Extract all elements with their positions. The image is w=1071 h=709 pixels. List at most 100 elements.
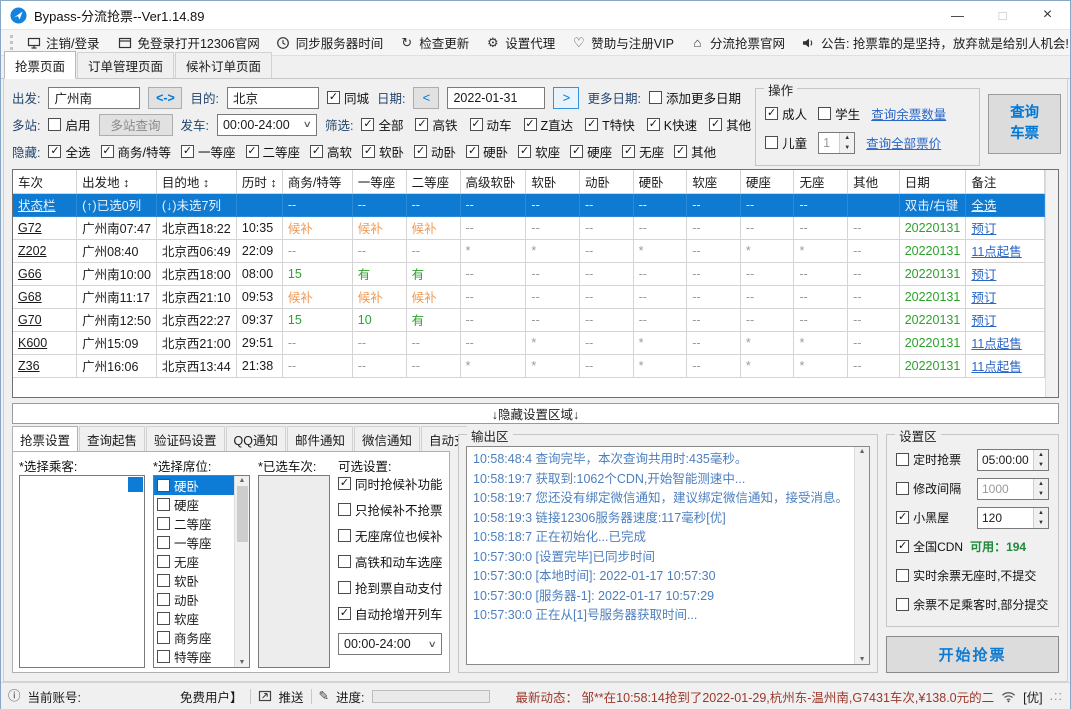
checkbox[interactable] xyxy=(896,540,910,553)
hide-column-option[interactable]: 无座 xyxy=(622,142,664,161)
checkbox[interactable] xyxy=(245,145,259,158)
checkbox[interactable] xyxy=(48,145,62,158)
checkbox[interactable] xyxy=(518,145,532,158)
toolbar-item[interactable]: 同步服务器时间 xyxy=(276,33,383,52)
date-input[interactable]: 2022-01-31 xyxy=(447,86,546,109)
column-header[interactable]: 出发地 ↕ xyxy=(76,170,157,194)
checkbox[interactable] xyxy=(361,118,375,131)
checkbox[interactable] xyxy=(338,607,351,620)
setting-checkbox[interactable]: 定时抢票 xyxy=(896,451,961,468)
checkbox[interactable] xyxy=(338,529,351,542)
checkbox[interactable] xyxy=(48,118,62,131)
train-row[interactable]: K600 广州15:09 北京西21:00 29:51 -- -- -- -- * -- * -- * *… xyxy=(13,331,1046,355)
swap-stations-button[interactable]: <-> xyxy=(148,86,183,109)
train-number[interactable]: G68 xyxy=(13,285,78,309)
output-scrollbar[interactable]: ▲ ▼ xyxy=(854,447,870,664)
column-header[interactable]: 商务/特等 xyxy=(282,170,353,194)
column-header[interactable]: 日期 xyxy=(899,170,967,194)
checkbox[interactable] xyxy=(570,145,584,158)
checkbox[interactable] xyxy=(326,91,340,104)
adult-checkbox[interactable]: 成人 xyxy=(765,104,807,123)
spin-up-icon[interactable]: ▲ xyxy=(840,132,855,143)
hide-column-option[interactable]: 软卧 xyxy=(362,142,404,161)
book-link[interactable]: 11点起售 xyxy=(965,354,1046,378)
adult-checkbox[interactable]: 成人 xyxy=(765,104,807,123)
scroll-up-icon[interactable]: ▲ xyxy=(859,448,866,455)
setting-checkbox[interactable]: 小黑屋 xyxy=(896,509,949,526)
spinner-buttons[interactable]: ▲ ▼ xyxy=(1033,507,1048,528)
spinner-buttons[interactable]: ▲ ▼ xyxy=(1033,478,1048,499)
hide-column-option[interactable]: 二等座 xyxy=(245,142,300,161)
checkbox[interactable] xyxy=(157,650,170,663)
column-header[interactable]: 车次 xyxy=(13,170,78,194)
checkbox[interactable] xyxy=(523,118,537,131)
checkbox[interactable] xyxy=(585,118,599,131)
column-header[interactable]: 目的地 ↕ xyxy=(156,170,237,194)
train-number[interactable]: Z202 xyxy=(13,239,78,263)
child-checkbox[interactable]: 儿童 xyxy=(765,133,807,152)
selected-trains-list[interactable] xyxy=(258,475,330,668)
spin-down-icon[interactable]: ▼ xyxy=(1034,488,1048,499)
toolbar-item[interactable]: ♡ 赞助与注册VIP xyxy=(571,33,674,52)
checkbox[interactable] xyxy=(646,118,660,131)
column-header[interactable]: 高级软卧 xyxy=(460,170,527,194)
depart-input[interactable]: 广州南 xyxy=(48,86,141,109)
seat-option[interactable]: 硬座 xyxy=(154,495,234,514)
spin-up-icon[interactable]: ▲ xyxy=(1034,478,1048,489)
checkbox[interactable] xyxy=(896,569,910,582)
passenger-list[interactable] xyxy=(19,475,145,668)
close-button[interactable]: × xyxy=(1025,1,1070,29)
optional-setting[interactable]: 自动抢增开列车 xyxy=(338,604,443,623)
hide-column-option[interactable]: 动卧 xyxy=(414,142,456,161)
optional-setting[interactable]: 抢到票自动支付 xyxy=(338,578,443,597)
train-type-filter[interactable]: 动车 xyxy=(469,115,512,134)
train-type-filter[interactable]: T特快 xyxy=(585,115,635,134)
child-count-stepper[interactable]: 1 ▲ ▼ xyxy=(818,131,856,154)
spinner[interactable]: 05:00:00 ▲ ▼ xyxy=(977,448,1049,471)
spin-down-icon[interactable]: ▼ xyxy=(1034,517,1048,528)
settings-tab-邮件通知[interactable]: 邮件通知 xyxy=(287,426,354,452)
checkbox[interactable] xyxy=(157,536,170,549)
optional-setting[interactable]: 高铁和动车选座 xyxy=(338,552,443,571)
train-number[interactable]: Z36 xyxy=(13,354,78,378)
toolbar-item[interactable]: 免登录打开12306官网 xyxy=(117,33,260,52)
multi-enable-checkbox[interactable]: 启用 xyxy=(48,115,91,134)
dest-input[interactable]: 北京 xyxy=(226,86,319,109)
seat-option[interactable]: 无座 xyxy=(154,552,234,571)
train-type-filter[interactable]: K快速 xyxy=(646,115,697,134)
checkbox[interactable] xyxy=(338,503,351,516)
student-checkbox[interactable]: 学生 xyxy=(818,104,860,123)
seat-option[interactable]: 特等座 xyxy=(154,647,234,666)
train-number[interactable]: G72 xyxy=(13,216,78,240)
query-price-link[interactable]: 查询全部票价 xyxy=(866,133,941,152)
checkbox[interactable] xyxy=(466,145,480,158)
train-row[interactable]: G66 广州南10:00 北京西18:00 08:00 15 有有 -- -- -- -- -- --… xyxy=(13,262,1046,286)
train-number[interactable]: G66 xyxy=(13,262,78,286)
settings-tab-微信通知[interactable]: 微信通知 xyxy=(354,426,421,452)
checkbox[interactable] xyxy=(157,555,170,568)
train-type-filter[interactable]: 高铁 xyxy=(415,115,458,134)
checkbox[interactable] xyxy=(414,145,428,158)
toolbar-item[interactable]: ↻ 检查更新 xyxy=(399,33,469,52)
column-header[interactable]: 一等座 xyxy=(352,170,407,194)
column-header[interactable]: 硬卧 xyxy=(633,170,688,194)
grab-time-range-select[interactable]: 00:00-24:00 ∨ xyxy=(338,633,442,655)
column-header[interactable]: 软座 xyxy=(686,170,741,194)
spinner[interactable]: 1000 ▲ ▼ xyxy=(977,477,1049,500)
checkbox[interactable] xyxy=(338,581,351,594)
optional-setting[interactable]: 同时抢候补功能 xyxy=(338,474,443,493)
scrollbar-thumb[interactable] xyxy=(236,486,248,542)
book-link[interactable]: 11点起售 xyxy=(965,239,1046,263)
column-header[interactable]: 其他 xyxy=(847,170,900,194)
query-tickets-button[interactable]: 查询车票 xyxy=(988,94,1061,154)
add-more-dates-checkbox[interactable]: 添加更多日期 xyxy=(648,88,741,107)
checkbox[interactable] xyxy=(180,145,194,158)
setting-checkbox[interactable]: 余票不足乘客时,部分提交 xyxy=(896,596,1048,613)
status-row[interactable]: 状态栏 (↑)已选0列 (↓)未选7列 -- -- -- -- -- -- -- -- -- -- 双击/… xyxy=(13,193,1046,217)
seat-option[interactable]: 商务座 xyxy=(154,628,234,647)
hide-column-option[interactable]: 全选 xyxy=(48,142,91,161)
train-number[interactable]: G70 xyxy=(13,308,78,332)
hide-column-option[interactable]: 一等座 xyxy=(180,142,236,161)
book-link[interactable]: 预订 xyxy=(965,216,1046,240)
date-prev-button[interactable]: < xyxy=(413,86,440,109)
